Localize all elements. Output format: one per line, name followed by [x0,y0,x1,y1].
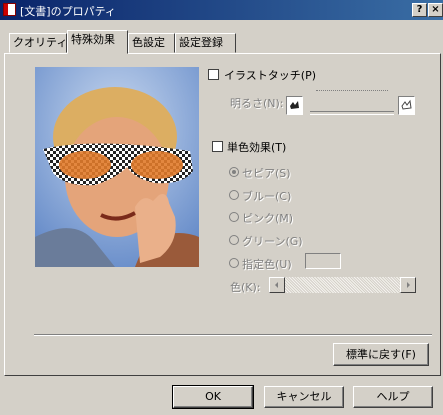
app-icon [3,3,16,16]
tab-quality[interactable]: クオリティ [9,33,67,53]
tab-register-settings[interactable]: 設定登録 [175,33,236,53]
tab-special-effects[interactable]: 特殊効果 [67,30,128,54]
tab-color-settings[interactable]: 色設定 [128,33,175,53]
close-title-button[interactable]: × [428,3,443,17]
ok-button[interactable]: OK [172,385,254,409]
help-title-button[interactable]: ? [412,3,427,17]
tab-panel [4,53,441,376]
title-bar: [文書]のプロパティ ? × [0,0,443,20]
window-title: [文書]のプロパティ [20,5,116,18]
help-button[interactable]: ヘルプ [353,386,433,408]
cancel-button[interactable]: キャンセル [264,386,344,408]
